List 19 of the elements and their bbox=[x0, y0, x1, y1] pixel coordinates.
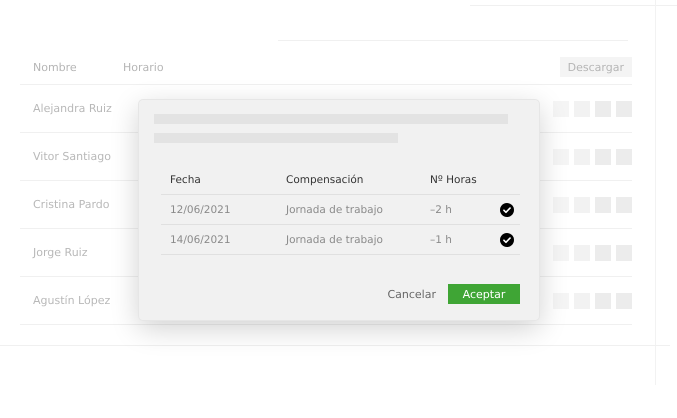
column-header: Fecha bbox=[169, 174, 202, 186]
employee-name: Cristina Pardo bbox=[32, 198, 110, 211]
download-button[interactable]: Descargar bbox=[560, 57, 632, 77]
column-header: Nº Horas bbox=[430, 174, 478, 186]
column-header: Compensación bbox=[286, 174, 364, 186]
employee-name: Vitor Santiago bbox=[32, 150, 111, 163]
employee-name: Alejandra Ruiz bbox=[32, 102, 112, 115]
employee-name: Jorge Ruiz bbox=[32, 246, 88, 259]
column-header: Horario bbox=[123, 60, 164, 74]
column-header: Nombre bbox=[32, 60, 78, 74]
compensation-cell-text: Jornada de trabajo bbox=[286, 204, 384, 216]
accept-button[interactable]: Aceptar bbox=[448, 284, 520, 304]
compensation-cell-text: Jornada de trabajo bbox=[286, 234, 384, 246]
hours-cell-text: –2 h bbox=[430, 204, 453, 216]
date-cell-text: 12/06/2021 bbox=[169, 204, 232, 216]
cancel-button[interactable]: Cancelar bbox=[383, 284, 440, 304]
hours-cell-text: –1 h bbox=[430, 234, 453, 246]
employee-name: Agustín López bbox=[32, 294, 110, 307]
date-cell-text: 14/06/2021 bbox=[169, 234, 232, 246]
